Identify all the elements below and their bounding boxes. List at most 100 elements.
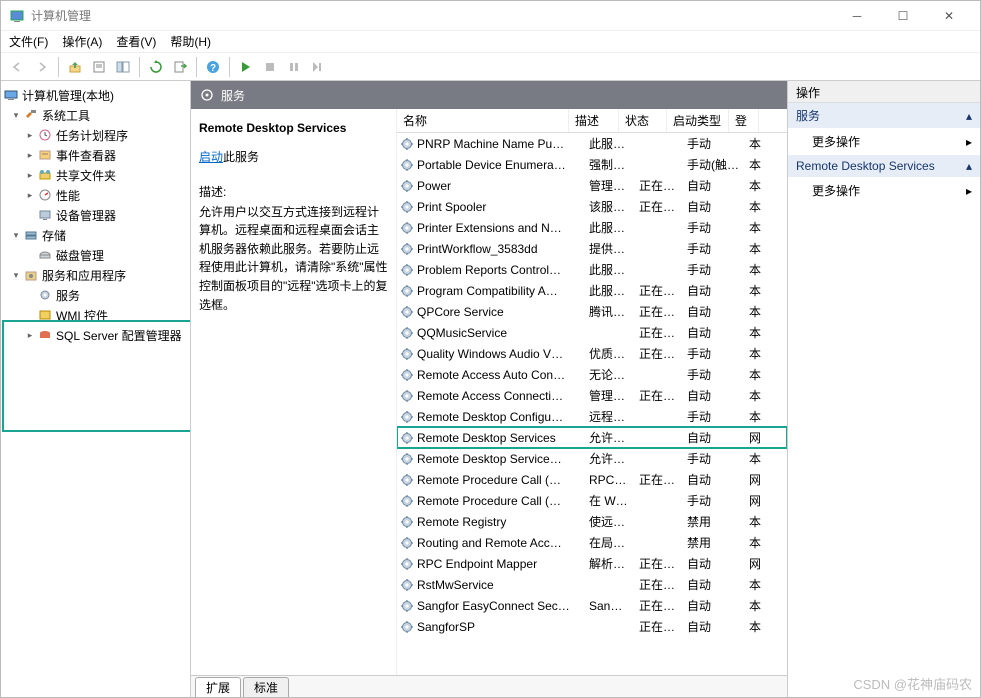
nav-tree[interactable]: 计算机管理(本地) 系统工具 任务计划程序 事件查看器 共享文件夹 性能 设备管… [1, 81, 191, 697]
tree-device-mgr[interactable]: 设备管理器 [1, 205, 190, 225]
tree-wmi[interactable]: WMI 控件 [1, 305, 190, 325]
service-row[interactable]: Problem Reports Control…此服…手动本 [397, 259, 787, 280]
tree-services[interactable]: 服务 [1, 285, 190, 305]
start-link[interactable]: 启动 [199, 150, 223, 164]
properties-button[interactable] [88, 56, 110, 78]
column-headers[interactable]: 名称 描述 状态 启动类型 登 [397, 109, 787, 133]
service-row[interactable]: PrintWorkflow_3583dd提供…手动本 [397, 238, 787, 259]
service-row[interactable]: Print Spooler该服…正在…自动本 [397, 196, 787, 217]
col-start[interactable]: 启动类型 [667, 109, 729, 132]
window: 计算机管理 ─ ☐ ✕ 文件(F) 操作(A) 查看(V) 帮助(H) ? [0, 0, 981, 698]
tree-task-scheduler[interactable]: 任务计划程序 [1, 125, 190, 145]
collapse-icon: ▴ [966, 159, 972, 173]
detail-desc: 允许用户以交互方式连接到远程计算机。远程桌面和远程桌面会话主机服务器依赖此服务。… [199, 203, 388, 315]
menu-action[interactable]: 操作(A) [62, 33, 102, 50]
service-row[interactable]: Sangfor EasyConnect Sec…San…正在…自动本 [397, 595, 787, 616]
menubar: 文件(F) 操作(A) 查看(V) 帮助(H) [1, 31, 980, 53]
service-row[interactable]: Remote Access Auto Con…无论…手动本 [397, 364, 787, 385]
minimize-button[interactable]: ─ [834, 1, 880, 31]
disk-icon [37, 247, 53, 263]
play-button[interactable] [235, 56, 257, 78]
gear-icon [399, 577, 415, 593]
gear-icon [399, 388, 415, 404]
close-button[interactable]: ✕ [926, 1, 972, 31]
tree-shared-folders[interactable]: 共享文件夹 [1, 165, 190, 185]
gear-icon [37, 287, 53, 303]
service-row[interactable]: Printer Extensions and N…此服…手动本 [397, 217, 787, 238]
service-row[interactable]: Program Compatibility A…此服…正在…自动本 [397, 280, 787, 301]
menu-view[interactable]: 查看(V) [116, 33, 156, 50]
menu-help[interactable]: 帮助(H) [170, 33, 211, 50]
service-row[interactable]: Remote Procedure Call (…RPC…正在…自动网 [397, 469, 787, 490]
gear-icon [399, 619, 415, 635]
gear-icon [399, 493, 415, 509]
service-row[interactable]: Quality Windows Audio V…优质…正在…手动本 [397, 343, 787, 364]
col-state[interactable]: 状态 [619, 109, 667, 132]
service-row[interactable]: Remote Registry使远…禁用本 [397, 511, 787, 532]
col-logon[interactable]: 登 [729, 109, 759, 132]
menu-file[interactable]: 文件(F) [9, 33, 48, 50]
service-row[interactable]: QPCore Service腾讯…正在…自动本 [397, 301, 787, 322]
services-list[interactable]: PNRP Machine Name Pu…此服…手动本Portable Devi… [397, 133, 787, 675]
gear-icon [399, 472, 415, 488]
tree-sqlserver[interactable]: SQL Server 配置管理器 [1, 325, 190, 345]
service-row[interactable]: QQMusicService正在…自动本 [397, 322, 787, 343]
restart-button [307, 56, 329, 78]
actions-header: 操作 [788, 81, 980, 103]
view-tabs: 扩展 标准 [191, 675, 787, 697]
service-row[interactable]: RstMwService正在…自动本 [397, 574, 787, 595]
actions-more-1[interactable]: 更多操作▸ [788, 128, 980, 155]
actions-section-services[interactable]: 服务▴ [788, 103, 980, 128]
service-row[interactable]: Portable Device Enumera…强制…手动(触发…本 [397, 154, 787, 175]
actions-more-2[interactable]: 更多操作▸ [788, 177, 980, 204]
tree-svc-apps[interactable]: 服务和应用程序 [1, 265, 190, 285]
service-row[interactable]: Remote Desktop Service…允许…手动本 [397, 448, 787, 469]
service-row[interactable]: Remote Procedure Call (…在 W…手动网 [397, 490, 787, 511]
services-pane: 服务 Remote Desktop Services 启动此服务 描述: 允许用… [191, 81, 788, 697]
tree-storage[interactable]: 存储 [1, 225, 190, 245]
services-folder-icon [23, 267, 39, 283]
gear-icon [399, 367, 415, 383]
gear-icon [399, 430, 415, 446]
tree-disk-mgmt[interactable]: 磁盘管理 [1, 245, 190, 265]
sqlserver-icon [37, 327, 53, 343]
col-name[interactable]: 名称 [397, 109, 569, 132]
service-row[interactable]: Remote Access Connecti…管理…正在…自动本 [397, 385, 787, 406]
gear-icon [399, 262, 415, 278]
gear-icon [399, 157, 415, 173]
detail-desc-label: 描述: [199, 183, 388, 202]
gear-icon [399, 304, 415, 320]
help-button[interactable]: ? [202, 56, 224, 78]
service-row[interactable]: PNRP Machine Name Pu…此服…手动本 [397, 133, 787, 154]
tree-performance[interactable]: 性能 [1, 185, 190, 205]
service-detail-panel: Remote Desktop Services 启动此服务 描述: 允许用户以交… [191, 109, 397, 675]
clock-icon [37, 127, 53, 143]
tree-systools[interactable]: 系统工具 [1, 105, 190, 125]
maximize-button[interactable]: ☐ [880, 1, 926, 31]
tools-icon [23, 107, 39, 123]
services-header-label: 服务 [221, 87, 245, 104]
up-button[interactable] [64, 56, 86, 78]
tab-extended[interactable]: 扩展 [195, 677, 241, 697]
service-row[interactable]: SangforSP正在…自动本 [397, 616, 787, 637]
gear-icon [399, 598, 415, 614]
service-row[interactable]: Routing and Remote Acc…在局…禁用本 [397, 532, 787, 553]
service-row[interactable]: RPC Endpoint Mapper解析…正在…自动网 [397, 553, 787, 574]
tree-event-viewer[interactable]: 事件查看器 [1, 145, 190, 165]
export-button[interactable] [169, 56, 191, 78]
show-hide-button[interactable] [112, 56, 134, 78]
col-desc[interactable]: 描述 [569, 109, 619, 132]
tab-standard[interactable]: 标准 [243, 677, 289, 697]
service-row[interactable]: Power管理…正在…自动本 [397, 175, 787, 196]
refresh-button[interactable] [145, 56, 167, 78]
gear-icon [399, 451, 415, 467]
share-icon [37, 167, 53, 183]
tree-root[interactable]: 计算机管理(本地) [1, 85, 190, 105]
actions-section-rds[interactable]: Remote Desktop Services▴ [788, 155, 980, 177]
computer-icon [3, 87, 19, 103]
service-row[interactable]: Remote Desktop Services允许…自动网 [397, 427, 787, 448]
service-row[interactable]: Remote Desktop Configu…远程…手动本 [397, 406, 787, 427]
gear-icon [399, 199, 415, 215]
arrow-right-icon: ▸ [966, 184, 972, 198]
arrow-right-icon: ▸ [966, 135, 972, 149]
